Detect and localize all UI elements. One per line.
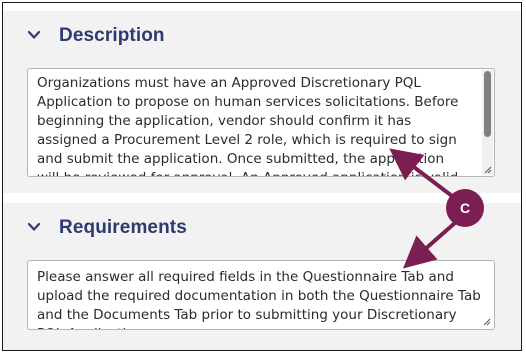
chevron-down-icon[interactable] [27,220,41,234]
requirements-title: Requirements [59,217,187,238]
description-textarea[interactable]: Organizations must have an Approved Disc… [27,68,495,177]
requirements-textarea[interactable]: Please answer all required fields in the… [27,260,495,330]
description-scrollbar[interactable] [482,70,493,175]
requirements-section-header[interactable]: Requirements [3,203,521,253]
requirements-text: Please answer all required fields in the… [37,269,481,329]
callout-badge: C [446,189,484,227]
description-text: Organizations must have an Approved Disc… [37,75,459,176]
section-divider [3,193,521,203]
description-section-header[interactable]: Description [3,11,521,61]
requirements-panel: Please answer all required fields in the… [3,253,521,350]
scrollbar-thumb[interactable] [484,71,491,137]
description-title: Description [59,25,165,46]
resize-handle-icon[interactable] [483,165,492,174]
chevron-down-icon[interactable] [27,28,41,42]
pql-application-panel: Description Organizations must have an A… [2,2,522,351]
description-panel: Organizations must have an Approved Disc… [3,61,521,193]
resize-handle-icon[interactable] [482,317,491,326]
